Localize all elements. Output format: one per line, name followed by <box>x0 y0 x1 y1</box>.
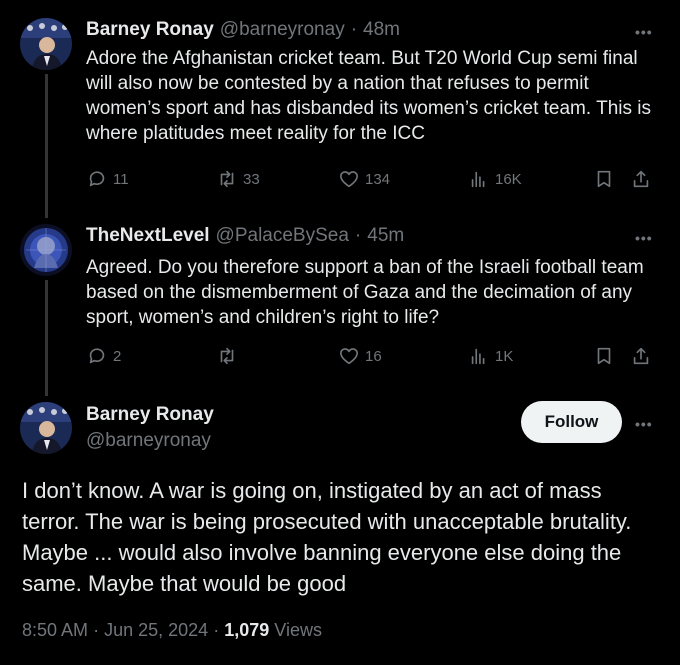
separator: · <box>213 620 220 640</box>
repost-icon <box>220 347 234 365</box>
main-tweet-text: I don’t know. A war is going on, instiga… <box>22 478 632 596</box>
reply-count: 11 <box>113 170 129 188</box>
like-button[interactable]: 16 <box>338 345 382 367</box>
separator: · <box>354 225 362 246</box>
timestamp[interactable]: 45m <box>367 225 404 247</box>
views-total: 1,079 <box>224 620 270 640</box>
bookmark-icon <box>597 347 611 365</box>
reply-button[interactable]: 11 <box>86 168 129 190</box>
like-count: 134 <box>365 170 391 188</box>
views-count: 16K <box>495 170 522 188</box>
repost-button[interactable]: 33 <box>216 168 260 190</box>
more-options-icon[interactable]: ••• <box>635 24 653 40</box>
tweet-meta: 8:50 AM · Jun 25, 2024 · 1,079 Views <box>22 620 322 641</box>
avatar-barney-ronay[interactable] <box>20 18 72 70</box>
tweet-text: Adore the Afghanistan cricket team. But … <box>86 48 651 144</box>
post-date[interactable]: Jun 25, 2024 <box>104 620 208 640</box>
views-icon <box>471 348 485 365</box>
separator: · <box>350 19 358 40</box>
views-icon <box>471 171 485 188</box>
more-options-icon[interactable]: ••• <box>635 230 653 246</box>
follow-button[interactable]: Follow <box>521 401 622 443</box>
share-icon <box>633 170 649 188</box>
share-button[interactable] <box>630 168 652 190</box>
avatar-barney-ronay[interactable] <box>20 402 72 454</box>
tweet-header: Barney Ronay @barneyronay · 48m <box>86 19 400 41</box>
tweet-text: Agreed. Do you therefore support a ban o… <box>86 257 644 328</box>
main-author-handle[interactable]: @barneyronay <box>86 430 211 452</box>
author-handle[interactable]: @PalaceBySea <box>216 225 349 247</box>
like-button[interactable]: 134 <box>338 168 390 190</box>
main-author-name[interactable]: Barney Ronay <box>86 404 214 426</box>
like-count: 16 <box>365 347 382 365</box>
more-options-icon[interactable]: ••• <box>635 416 653 432</box>
author-name[interactable]: TheNextLevel <box>86 225 210 247</box>
heart-icon <box>339 348 359 365</box>
thread-line <box>45 74 48 218</box>
thread-line <box>45 280 48 396</box>
repost-count: 33 <box>243 170 260 188</box>
repost-button[interactable] <box>216 345 243 367</box>
reply-icon <box>89 171 105 187</box>
reply-button[interactable]: 2 <box>86 345 121 367</box>
tweet-actions: 2 16 1K <box>86 345 658 369</box>
repost-icon <box>220 170 234 188</box>
heart-icon <box>339 171 359 188</box>
author-name[interactable]: Barney Ronay <box>86 19 214 41</box>
tweet-header: TheNextLevel @PalaceBySea · 45m <box>86 225 404 247</box>
views-count: 1K <box>495 347 514 365</box>
share-button[interactable] <box>630 345 652 367</box>
reply-icon <box>89 348 105 364</box>
post-time[interactable]: 8:50 AM <box>22 620 88 640</box>
views-label: Views <box>274 620 322 640</box>
avatar-thenextlevel[interactable] <box>20 224 72 276</box>
views-button[interactable]: 16K <box>468 168 522 190</box>
timestamp[interactable]: 48m <box>363 19 400 41</box>
tweet-actions: 11 33 134 16K <box>86 168 658 192</box>
views-button[interactable]: 1K <box>468 345 513 367</box>
bookmark-button[interactable] <box>593 345 615 367</box>
separator: · <box>93 620 100 640</box>
bookmark-button[interactable] <box>593 168 615 190</box>
share-icon <box>633 347 649 365</box>
reply-count: 2 <box>113 347 122 365</box>
bookmark-icon <box>597 170 611 188</box>
author-handle[interactable]: @barneyronay <box>220 19 345 41</box>
